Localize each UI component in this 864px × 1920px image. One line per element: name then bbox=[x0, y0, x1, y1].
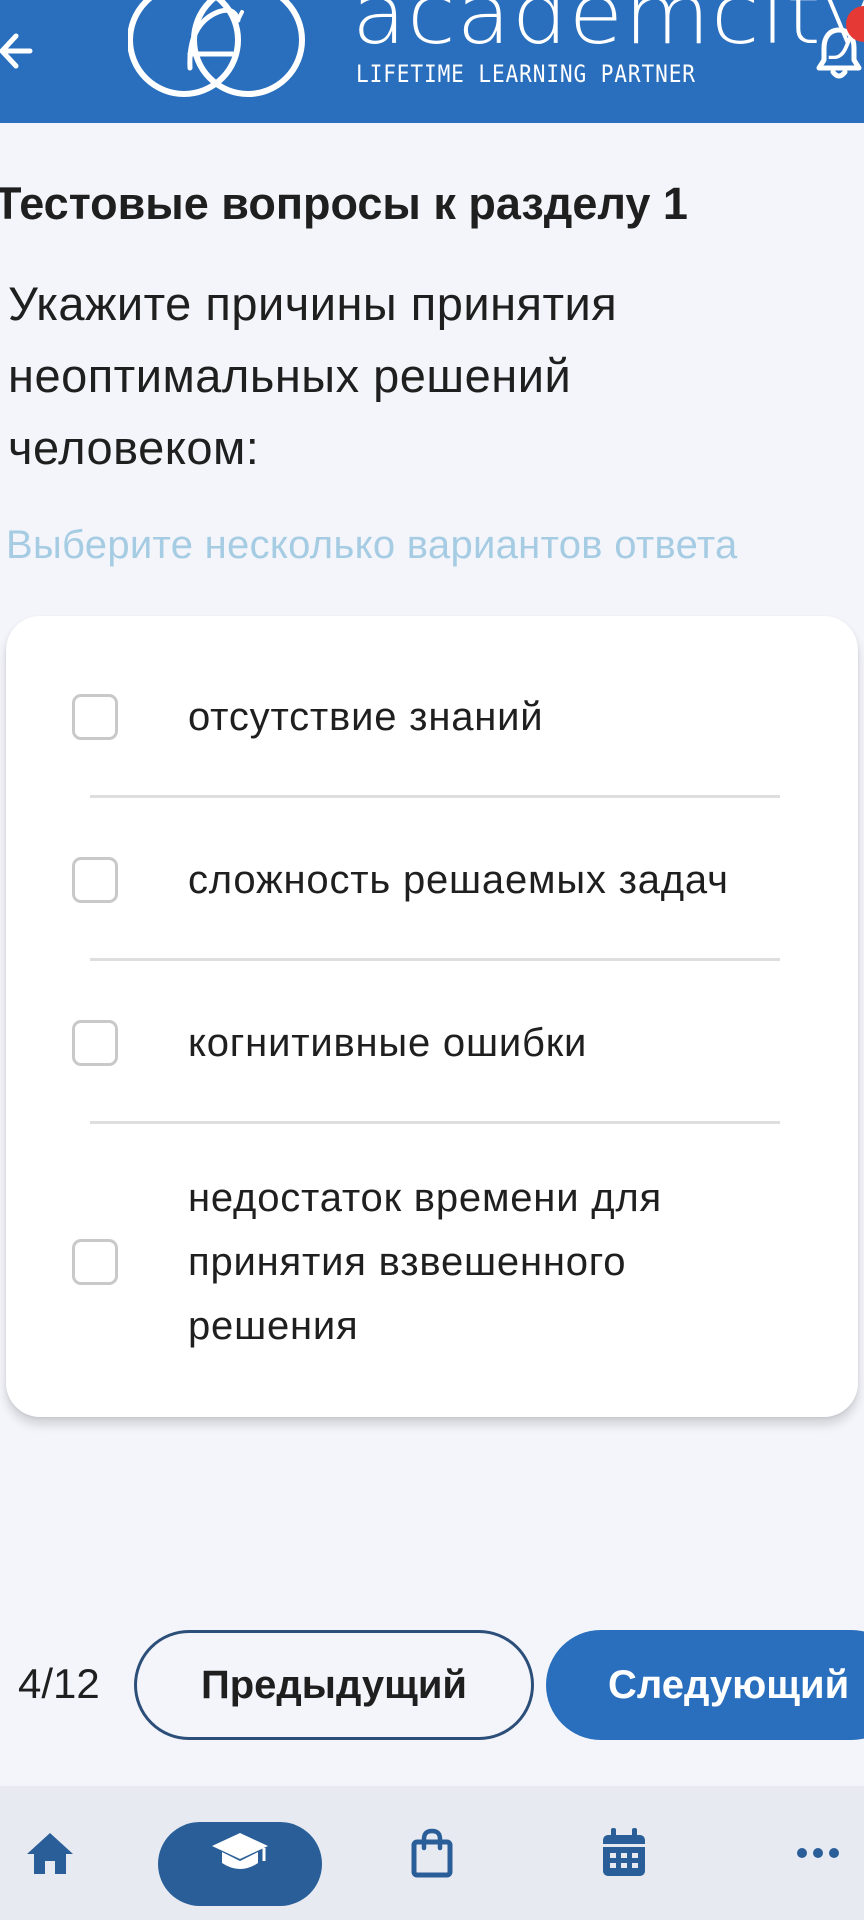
nav-home[interactable] bbox=[12, 1786, 88, 1920]
logo-mark-icon bbox=[128, 0, 305, 97]
option-item[interactable]: когнитивные ошибки bbox=[6, 961, 858, 1124]
back-button[interactable] bbox=[0, 22, 48, 80]
option-checkbox[interactable] bbox=[72, 694, 118, 740]
section-title: Тестовые вопросы к разделу 1 bbox=[0, 178, 688, 229]
nav-calendar[interactable] bbox=[594, 1786, 654, 1920]
question-counter: 4/12 bbox=[18, 1660, 100, 1707]
option-label: недостаток времени для принятия взвешенн… bbox=[188, 1176, 662, 1348]
logo-wordmark: academcity bbox=[352, 0, 864, 63]
answer-hint: Выберите несколько вариантов ответа bbox=[6, 523, 738, 567]
home-icon bbox=[27, 1833, 73, 1874]
calendar-icon bbox=[603, 1828, 645, 1876]
previous-button[interactable]: Предыдущий bbox=[134, 1630, 534, 1740]
nav-courses[interactable] bbox=[158, 1786, 322, 1920]
graduation-cap-icon bbox=[212, 1833, 268, 1869]
quiz-screen: academcity LIFETIME LEARNING PARTNER Тес… bbox=[0, 0, 864, 1920]
question-text: Укажите причины принятия неоптимальных р… bbox=[8, 277, 618, 474]
option-label: когнитивные ошибки bbox=[188, 1021, 588, 1065]
logo-tagline: LIFETIME LEARNING PARTNER bbox=[356, 60, 696, 88]
options-card: отсутствие знаний сложность решаемых зад… bbox=[6, 616, 858, 1417]
option-checkbox[interactable] bbox=[72, 1020, 118, 1066]
next-button[interactable]: Следующий bbox=[546, 1630, 864, 1740]
nav-shop[interactable] bbox=[402, 1786, 462, 1920]
nav-more[interactable] bbox=[788, 1786, 848, 1920]
option-item[interactable]: недостаток времени для принятия взвешенн… bbox=[6, 1124, 858, 1417]
option-item[interactable]: отсутствие знаний bbox=[6, 616, 858, 798]
shopping-bag-icon bbox=[411, 1828, 453, 1878]
option-checkbox[interactable] bbox=[72, 1239, 118, 1285]
bottom-nav bbox=[0, 1786, 864, 1920]
more-icon bbox=[797, 1848, 839, 1858]
option-label: отсутствие знаний bbox=[188, 695, 544, 739]
app-header: academcity LIFETIME LEARNING PARTNER bbox=[0, 0, 864, 123]
option-checkbox[interactable] bbox=[72, 857, 118, 903]
option-label: сложность решаемых задач bbox=[188, 858, 729, 902]
arrow-left-icon bbox=[0, 33, 33, 69]
option-item[interactable]: сложность решаемых задач bbox=[6, 798, 858, 961]
